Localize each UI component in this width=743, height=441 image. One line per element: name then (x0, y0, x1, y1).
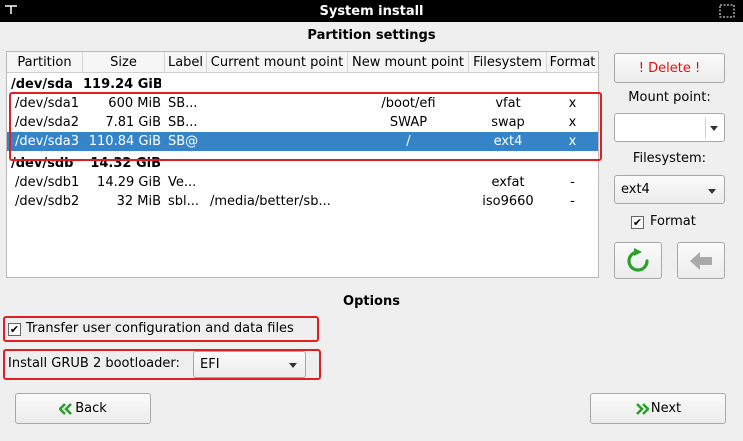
checkmark-icon: ✔ (632, 216, 643, 229)
cell-filesystem: vfat (495, 96, 521, 111)
cell-new-mount (348, 173, 469, 192)
checkmark-icon: ✔ (9, 323, 20, 336)
cell-current-mount (210, 94, 348, 113)
cell-filesystem: iso9660 (482, 194, 534, 209)
arrow-left-icon (690, 251, 712, 270)
cell-format: x (568, 134, 577, 149)
cell-label: SB@ (168, 134, 199, 149)
window-menu-icon[interactable] (4, 2, 18, 18)
double-chevron-right-icon (635, 402, 649, 415)
cell-partition: /dev/sda1 (15, 96, 79, 111)
cell-partition: /dev/sda (11, 77, 73, 92)
cell-current-mount (210, 113, 348, 132)
cell-label: SB... (168, 115, 198, 130)
cell-size: 32 MiB (116, 194, 161, 209)
filesystem-value: ext4 (621, 182, 650, 197)
cell-partition: /dev/sda3 (15, 134, 79, 149)
cell-partition: /dev/sdb1 (15, 175, 80, 190)
cell-format: - (570, 194, 575, 209)
partition-settings-heading: Partition settings (307, 28, 436, 43)
cell-current-mount (210, 173, 348, 192)
grub-label: Install GRUB 2 bootloader: (8, 356, 180, 371)
cell-partition: /dev/sda2 (15, 115, 79, 130)
cell-current-mount: /media/better/sb... (210, 194, 331, 209)
next-label: Next (650, 401, 682, 416)
filesystem-label: Filesystem: (632, 151, 707, 166)
cell-partition: /dev/sdb2 (15, 194, 80, 209)
title-bar: System install (0, 0, 743, 22)
cell-label: SB... (168, 96, 198, 111)
undo-button[interactable] (677, 242, 725, 279)
table-row[interactable]: /dev/sdb 14.32 GiB (7, 154, 598, 173)
mount-point-label: Mount point: (628, 90, 711, 105)
cell-new-mount: /boot/efi (381, 96, 436, 111)
table-row[interactable]: /dev/sda2 7.81 GiB SB... SWAP swap x (7, 113, 598, 132)
refresh-icon (627, 247, 649, 272)
cell-format: x (568, 115, 577, 130)
cell-new-mount: / (406, 134, 411, 149)
format-checkbox[interactable]: ✔ (631, 216, 644, 229)
grub-select[interactable]: EFI (193, 351, 306, 378)
cell-filesystem: ext4 (493, 134, 523, 149)
cell-size: 14.32 GiB (90, 156, 161, 171)
cell-new-mount (348, 192, 469, 211)
cell-size: 600 MiB (108, 96, 161, 111)
format-label: Format (650, 214, 696, 229)
table-row[interactable]: /dev/sdb2 32 MiB sbl... /media/better/sb… (7, 192, 598, 211)
mount-point-combo[interactable] (614, 113, 725, 142)
cell-label: sbl... (168, 194, 200, 209)
column-new-mount[interactable]: New mount point (348, 52, 469, 73)
chevron-down-icon (289, 363, 297, 368)
column-size[interactable]: Size (83, 52, 165, 73)
column-filesystem[interactable]: Filesystem (469, 52, 547, 73)
next-button[interactable]: Next (590, 393, 726, 424)
cell-format: - (570, 175, 575, 190)
chevron-down-icon (708, 189, 716, 194)
cell-size: 110.84 GiB (88, 134, 161, 149)
column-current-mount[interactable]: Current mount point (207, 52, 348, 73)
cell-size: 119.24 GiB (83, 77, 161, 92)
cell-format: x (568, 96, 577, 111)
cell-filesystem: swap (491, 115, 525, 130)
grub-value: EFI (200, 357, 220, 372)
column-format[interactable]: Format (547, 52, 598, 73)
partition-table[interactable]: Partition Size Label Current mount point… (6, 51, 599, 278)
window-title: System install (319, 3, 424, 19)
refresh-button[interactable] (614, 242, 662, 279)
back-button[interactable]: Back (15, 393, 151, 424)
cell-partition: /dev/sdb (11, 156, 74, 171)
cell-filesystem: exfat (491, 175, 525, 190)
cell-current-mount (210, 132, 348, 151)
table-row[interactable]: /dev/sdb1 14.29 GiB Ve... exfat - (7, 173, 598, 192)
back-label: Back (75, 401, 107, 416)
cell-label: Ve... (168, 175, 197, 190)
column-label[interactable]: Label (165, 52, 207, 73)
delete-button[interactable]: ! Delete ! (614, 53, 725, 83)
filesystem-select[interactable]: ext4 (614, 175, 725, 204)
table-row[interactable]: /dev/sda 119.24 GiB (7, 75, 598, 94)
table-row[interactable]: /dev/sda1 600 MiB SB... /boot/efi vfat x (7, 94, 598, 113)
options-heading: Options (343, 294, 400, 309)
double-chevron-left-icon (59, 402, 73, 415)
transfer-label: Transfer user configuration and data fil… (26, 321, 294, 336)
table-row-selected[interactable]: /dev/sda3 110.84 GiB SB@ / ext4 x (7, 132, 598, 151)
combo-divider (705, 117, 706, 138)
maximize-icon[interactable] (719, 4, 735, 18)
cell-new-mount: SWAP (389, 115, 428, 130)
column-partition[interactable]: Partition (7, 52, 83, 73)
chevron-down-icon[interactable] (710, 125, 718, 131)
cell-size: 7.81 GiB (105, 115, 161, 130)
cell-size: 14.29 GiB (97, 175, 161, 190)
transfer-checkbox[interactable]: ✔ (8, 323, 21, 336)
table-header: Partition Size Label Current mount point… (7, 52, 598, 73)
